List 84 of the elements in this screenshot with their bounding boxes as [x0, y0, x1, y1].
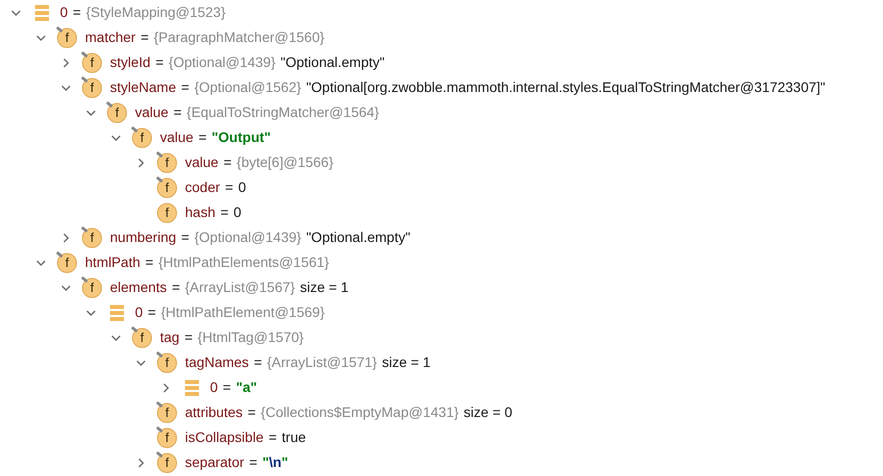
variable-name: hash [185, 203, 216, 222]
variable-name: numbering [110, 228, 176, 247]
variable-value: {HtmlPathElement@1569} [160, 303, 325, 322]
variable-name: matcher [85, 28, 136, 47]
field-icon: f [157, 402, 177, 422]
equals-sign: = [146, 303, 157, 322]
variable-value: size = 1 [382, 353, 431, 372]
variable-value: {ArrayList@1567} [185, 278, 295, 297]
equals-sign: = [144, 253, 154, 272]
field-icon: f [157, 178, 177, 198]
field-icon: f [57, 252, 77, 272]
variable-value: {HtmlPathElements@1561} [158, 253, 330, 272]
equals-sign: = [180, 78, 190, 97]
variable-value: 0 [234, 203, 242, 222]
variable-name: attributes [185, 403, 243, 422]
field-icon: f [157, 452, 177, 472]
variable-value: "Optional[org.zwobble.mammoth.internal.styles.EqualToStringMatcher@31723307]" [306, 78, 826, 97]
variable-value: \n [268, 453, 282, 472]
variable-value: {ArrayList@1571} [267, 353, 377, 372]
variable-name: elements [110, 278, 167, 297]
variable-value: " [262, 453, 269, 472]
list-icon [109, 304, 125, 322]
variable-value: {StyleMapping@1523} [86, 3, 226, 22]
field-icon: f [82, 228, 102, 248]
equals-sign: = [246, 403, 257, 422]
variable-value: " [281, 453, 288, 472]
equals-sign: = [268, 428, 278, 447]
equals-sign: = [170, 278, 181, 297]
field-icon: f [157, 428, 177, 448]
equals-sign: = [222, 153, 233, 172]
equals-sign: = [248, 453, 258, 472]
equals-sign: = [219, 203, 230, 222]
variable-value: true [282, 428, 306, 447]
field-icon: f [107, 102, 127, 122]
variable-value: {Optional@1439} [168, 53, 276, 72]
variable-value: "a" [236, 378, 258, 397]
variable-value: "Output" [212, 128, 271, 147]
variable-name: 0 [135, 303, 143, 322]
equals-sign: = [252, 353, 263, 372]
variable-name: htmlPath [85, 253, 140, 272]
equals-sign: = [140, 28, 150, 47]
field-icon: f [82, 278, 102, 298]
variable-value: {EqualToStringMatcher@1564} [186, 103, 380, 122]
variable-value: 0 [238, 178, 246, 197]
variable-name: tag [160, 328, 180, 347]
equals-sign: = [154, 53, 165, 72]
field-icon: f [57, 28, 77, 48]
field-icon: f [157, 152, 177, 172]
variable-name: separator [185, 453, 244, 472]
variable-name: value [185, 153, 218, 172]
variable-value: {HtmlTag@1570} [198, 328, 304, 347]
variable-name: styleName [110, 78, 176, 97]
field-icon: f [132, 328, 152, 348]
equals-sign: = [224, 178, 234, 197]
variable-name: tagNames [185, 353, 249, 372]
variable-name: styleId [110, 53, 150, 72]
variable-name: 0 [60, 3, 68, 22]
variable-value: {ParagraphMatcher@1560} [154, 28, 324, 47]
variable-value: "Optional.empty" [280, 53, 385, 72]
equals-sign: = [72, 3, 82, 22]
variable-value: size = 0 [464, 403, 512, 422]
variable-name: isCollapsible [185, 428, 264, 447]
field-icon: f [82, 78, 102, 98]
field-icon: f [157, 202, 177, 222]
variable-name: 0 [210, 378, 218, 397]
variable-value: {Collections$EmptyMap@1431} [260, 403, 459, 422]
equals-sign: = [222, 378, 232, 397]
variable-value: size = 1 [300, 278, 349, 297]
equals-sign: = [180, 228, 190, 247]
field-icon: f [157, 352, 177, 372]
field-icon: f [82, 52, 102, 72]
equals-sign: = [183, 328, 194, 347]
variable-value: "Optional.empty" [306, 228, 410, 247]
equals-sign: = [197, 128, 208, 147]
field-icon: f [132, 128, 152, 148]
variable-name: value [135, 103, 168, 122]
variable-name: coder [185, 178, 220, 197]
list-icon [184, 378, 200, 396]
variable-name: value [160, 128, 194, 147]
variable-value: {byte[6]@1566} [236, 153, 334, 172]
list-icon [34, 4, 50, 22]
variable-value: {Optional@1439} [194, 228, 302, 247]
equals-sign: = [172, 103, 183, 122]
variable-value: {Optional@1562} [194, 78, 302, 97]
